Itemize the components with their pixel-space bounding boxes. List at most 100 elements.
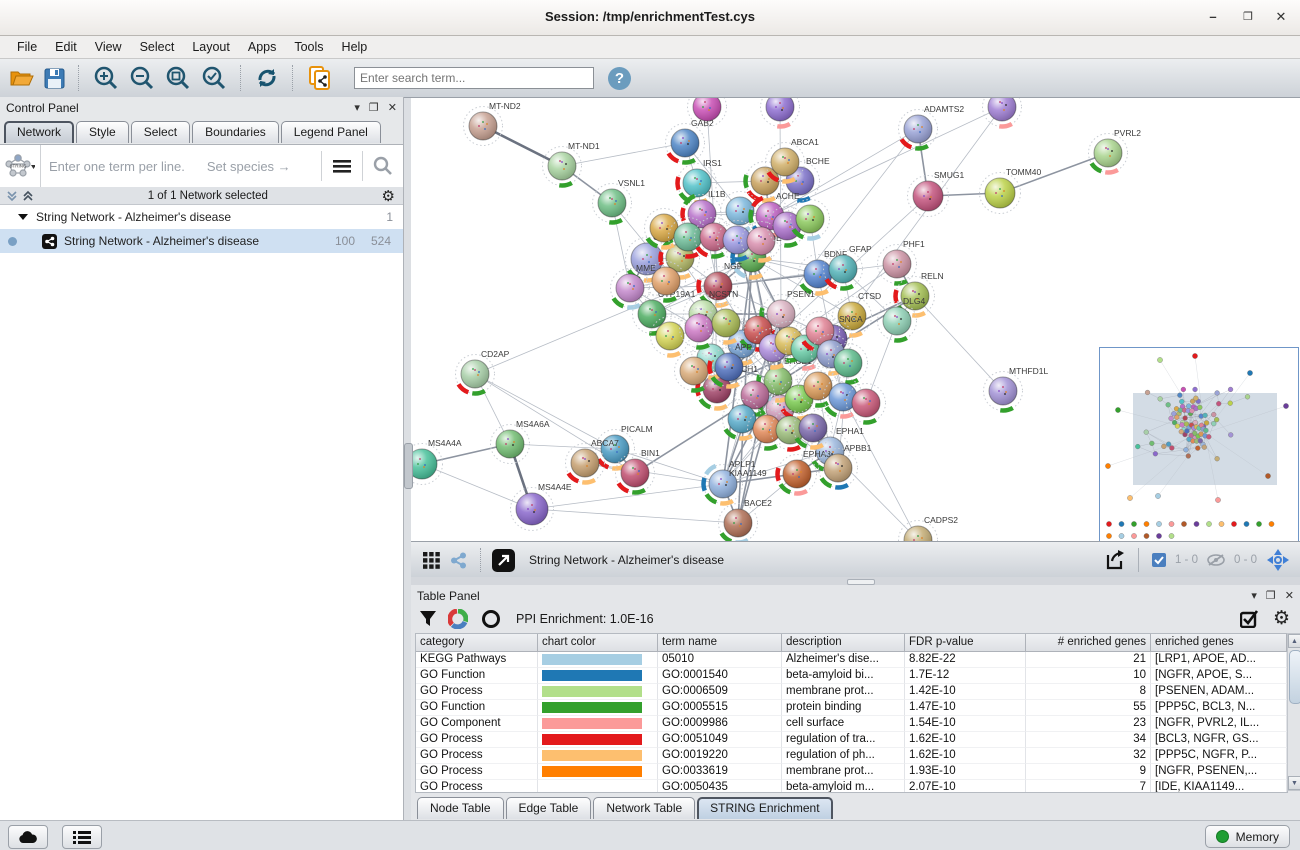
tab-style[interactable]: Style bbox=[76, 121, 129, 143]
tab-node-table[interactable]: Node Table bbox=[417, 797, 504, 819]
string-options-menu-icon[interactable] bbox=[321, 151, 362, 180]
protein-node-ms4a6a[interactable]: MS4A6A bbox=[491, 419, 550, 464]
protein-node-tomm40[interactable]: TOMM40 bbox=[980, 167, 1042, 214]
protein-node-cd2ap[interactable]: CD2AP bbox=[456, 349, 510, 394]
donut-chart-icon[interactable] bbox=[481, 609, 501, 629]
column-header-0[interactable]: category bbox=[416, 634, 538, 652]
protein-node-phf1[interactable]: PHF1 bbox=[878, 239, 926, 284]
enrichment-settings-gear-icon[interactable]: ⚙ bbox=[1273, 607, 1290, 630]
cloud-tasks-button[interactable] bbox=[8, 825, 48, 849]
table-row[interactable]: GO ComponentGO:0009986cell surface1.54E-… bbox=[416, 716, 1287, 732]
menu-item-view[interactable]: View bbox=[86, 38, 131, 56]
protein-node-mt-nd2[interactable]: MT-ND2 bbox=[464, 101, 521, 146]
column-header-5[interactable]: # enriched genes bbox=[1026, 634, 1151, 652]
birds-eye-view[interactable] bbox=[1099, 347, 1299, 542]
menu-item-layout[interactable]: Layout bbox=[183, 38, 239, 56]
hidden-eye-icon[interactable] bbox=[1207, 553, 1225, 567]
zoom-in-icon[interactable] bbox=[93, 65, 119, 91]
enrichment-table[interactable]: categorychart colorterm namedescriptionF… bbox=[415, 633, 1288, 793]
table-row[interactable]: GO ProcessGO:0006509membrane prot...1.42… bbox=[416, 684, 1287, 700]
column-header-3[interactable]: description bbox=[782, 634, 905, 652]
panel-float-icon[interactable]: ▾ bbox=[354, 101, 360, 114]
horizontal-splitter[interactable] bbox=[411, 577, 1300, 585]
protein-node-smug1[interactable]: SMUG1 bbox=[908, 170, 965, 217]
refresh-icon[interactable] bbox=[255, 66, 279, 90]
export-network-icon[interactable] bbox=[1104, 549, 1126, 571]
table-row[interactable]: KEGG Pathways05010Alzheimer's dise...8.8… bbox=[416, 652, 1287, 668]
table-row[interactable]: GO ProcessGO:0051049regulation of tra...… bbox=[416, 732, 1287, 748]
menu-item-help[interactable]: Help bbox=[333, 38, 377, 56]
panel-undock-icon[interactable]: ❐ bbox=[369, 101, 379, 114]
minimize-button[interactable]: – bbox=[1204, 8, 1222, 26]
table-row[interactable]: GO ProcessGO:0033619membrane prot...1.93… bbox=[416, 764, 1287, 780]
scroll-down-icon[interactable]: ▼ bbox=[1288, 776, 1300, 790]
selected-nodes-checkbox-icon[interactable] bbox=[1152, 553, 1166, 567]
protein-node-pvrl2[interactable]: PVRL2 bbox=[1089, 128, 1142, 173]
network-canvas[interactable]: MT-ND2MT-ND1VSNL1GAB2ADAMTS2IRS1CHATBCHE… bbox=[411, 97, 1300, 542]
column-header-2[interactable]: term name bbox=[658, 634, 782, 652]
panel-close-icon[interactable]: ✕ bbox=[388, 101, 397, 114]
tab-string-enrichment[interactable]: STRING Enrichment bbox=[697, 797, 832, 819]
filter-icon[interactable] bbox=[419, 610, 437, 628]
scrollbar-thumb[interactable] bbox=[1289, 650, 1300, 704]
network-row[interactable]: String Network - Alzheimer's disease 100… bbox=[0, 229, 403, 253]
collection-expander-icon[interactable] bbox=[18, 213, 28, 221]
clone-network-icon[interactable] bbox=[307, 65, 333, 91]
column-header-4[interactable]: FDR p-value bbox=[905, 634, 1026, 652]
protein-node-epha3[interactable]: EPHA3 bbox=[778, 449, 832, 494]
tab-select[interactable]: Select bbox=[131, 121, 190, 143]
string-search-icon[interactable] bbox=[362, 151, 403, 180]
memory-button[interactable]: Memory bbox=[1205, 825, 1290, 848]
tab-boundaries[interactable]: Boundaries bbox=[192, 121, 279, 143]
zoom-fit-icon[interactable] bbox=[165, 65, 191, 91]
string-protein-query-icon[interactable]: STRING bbox=[0, 153, 40, 179]
scroll-up-icon[interactable]: ▲ bbox=[1288, 634, 1300, 648]
protein-node[interactable] bbox=[829, 344, 868, 383]
grid-view-icon[interactable] bbox=[423, 552, 440, 569]
table-row[interactable]: GO ProcessGO:0019220regulation of ph...1… bbox=[416, 748, 1287, 764]
protein-node-gab2[interactable]: GAB2 bbox=[666, 118, 714, 163]
select-all-checkbox-icon[interactable] bbox=[1240, 610, 1260, 628]
protein-node[interactable] bbox=[791, 200, 830, 239]
protein-node-ms4a4e[interactable]: MS4A4E bbox=[511, 482, 572, 531]
protein-node[interactable] bbox=[651, 317, 690, 356]
open-file-icon[interactable] bbox=[10, 68, 34, 88]
protein-node-mthfd1l[interactable]: MTHFD1L bbox=[984, 366, 1049, 411]
network-collection-row[interactable]: String Network - Alzheimer's disease 1 bbox=[0, 205, 403, 229]
menu-item-tools[interactable]: Tools bbox=[285, 38, 332, 56]
menu-item-file[interactable]: File bbox=[8, 38, 46, 56]
tab-edge-table[interactable]: Edge Table bbox=[506, 797, 592, 819]
detach-view-button[interactable] bbox=[492, 549, 515, 572]
share-view-icon[interactable] bbox=[450, 552, 467, 569]
protein-node[interactable] bbox=[983, 98, 1022, 127]
string-query-input[interactable]: Enter one term per line. Set species → bbox=[40, 145, 321, 187]
table-panel-undock-icon[interactable]: ❐ bbox=[1266, 589, 1276, 602]
table-row[interactable]: GO FunctionGO:0005515protein binding1.47… bbox=[416, 700, 1287, 716]
splitter-grip[interactable] bbox=[404, 443, 413, 489]
protein-node-mt-nd1[interactable]: MT-ND1 bbox=[543, 141, 600, 186]
column-header-1[interactable]: chart color bbox=[538, 634, 658, 652]
table-row[interactable]: GO ProcessGO:0050435beta-amyloid m...2.0… bbox=[416, 780, 1287, 793]
table-panel-float-icon[interactable]: ▾ bbox=[1251, 589, 1257, 602]
menu-item-edit[interactable]: Edit bbox=[46, 38, 86, 56]
maximize-button[interactable]: ❐ bbox=[1239, 8, 1257, 26]
protein-node-vsnl1[interactable]: VSNL1 bbox=[593, 178, 646, 223]
pie-chart-icon[interactable] bbox=[448, 609, 468, 629]
task-history-button[interactable] bbox=[62, 825, 102, 849]
tab-legend-panel[interactable]: Legend Panel bbox=[281, 121, 381, 143]
save-session-icon[interactable] bbox=[44, 68, 65, 89]
help-icon[interactable]: ? bbox=[608, 67, 631, 90]
protein-node-cadps2[interactable]: CADPS2 bbox=[899, 515, 959, 542]
zoom-out-icon[interactable] bbox=[129, 65, 155, 91]
zoom-selected-icon[interactable] bbox=[201, 65, 227, 91]
table-scrollbar[interactable]: ▲ ▼ bbox=[1287, 633, 1300, 791]
collapse-all-icon[interactable] bbox=[22, 190, 34, 202]
network-options-gear-icon[interactable]: ⚙ bbox=[382, 187, 395, 205]
table-row[interactable]: GO FunctionGO:0001540beta-amyloid bi...1… bbox=[416, 668, 1287, 684]
expand-all-icon[interactable] bbox=[6, 190, 18, 202]
navigator-icon[interactable] bbox=[1266, 548, 1290, 572]
protein-node-aplp1[interactable]: APLP1KIAA1149 bbox=[704, 459, 767, 504]
tab-network[interactable]: Network bbox=[4, 121, 74, 143]
string-species-hint[interactable]: Set species → bbox=[207, 159, 291, 174]
table-panel-close-icon[interactable]: ✕ bbox=[1285, 589, 1294, 602]
